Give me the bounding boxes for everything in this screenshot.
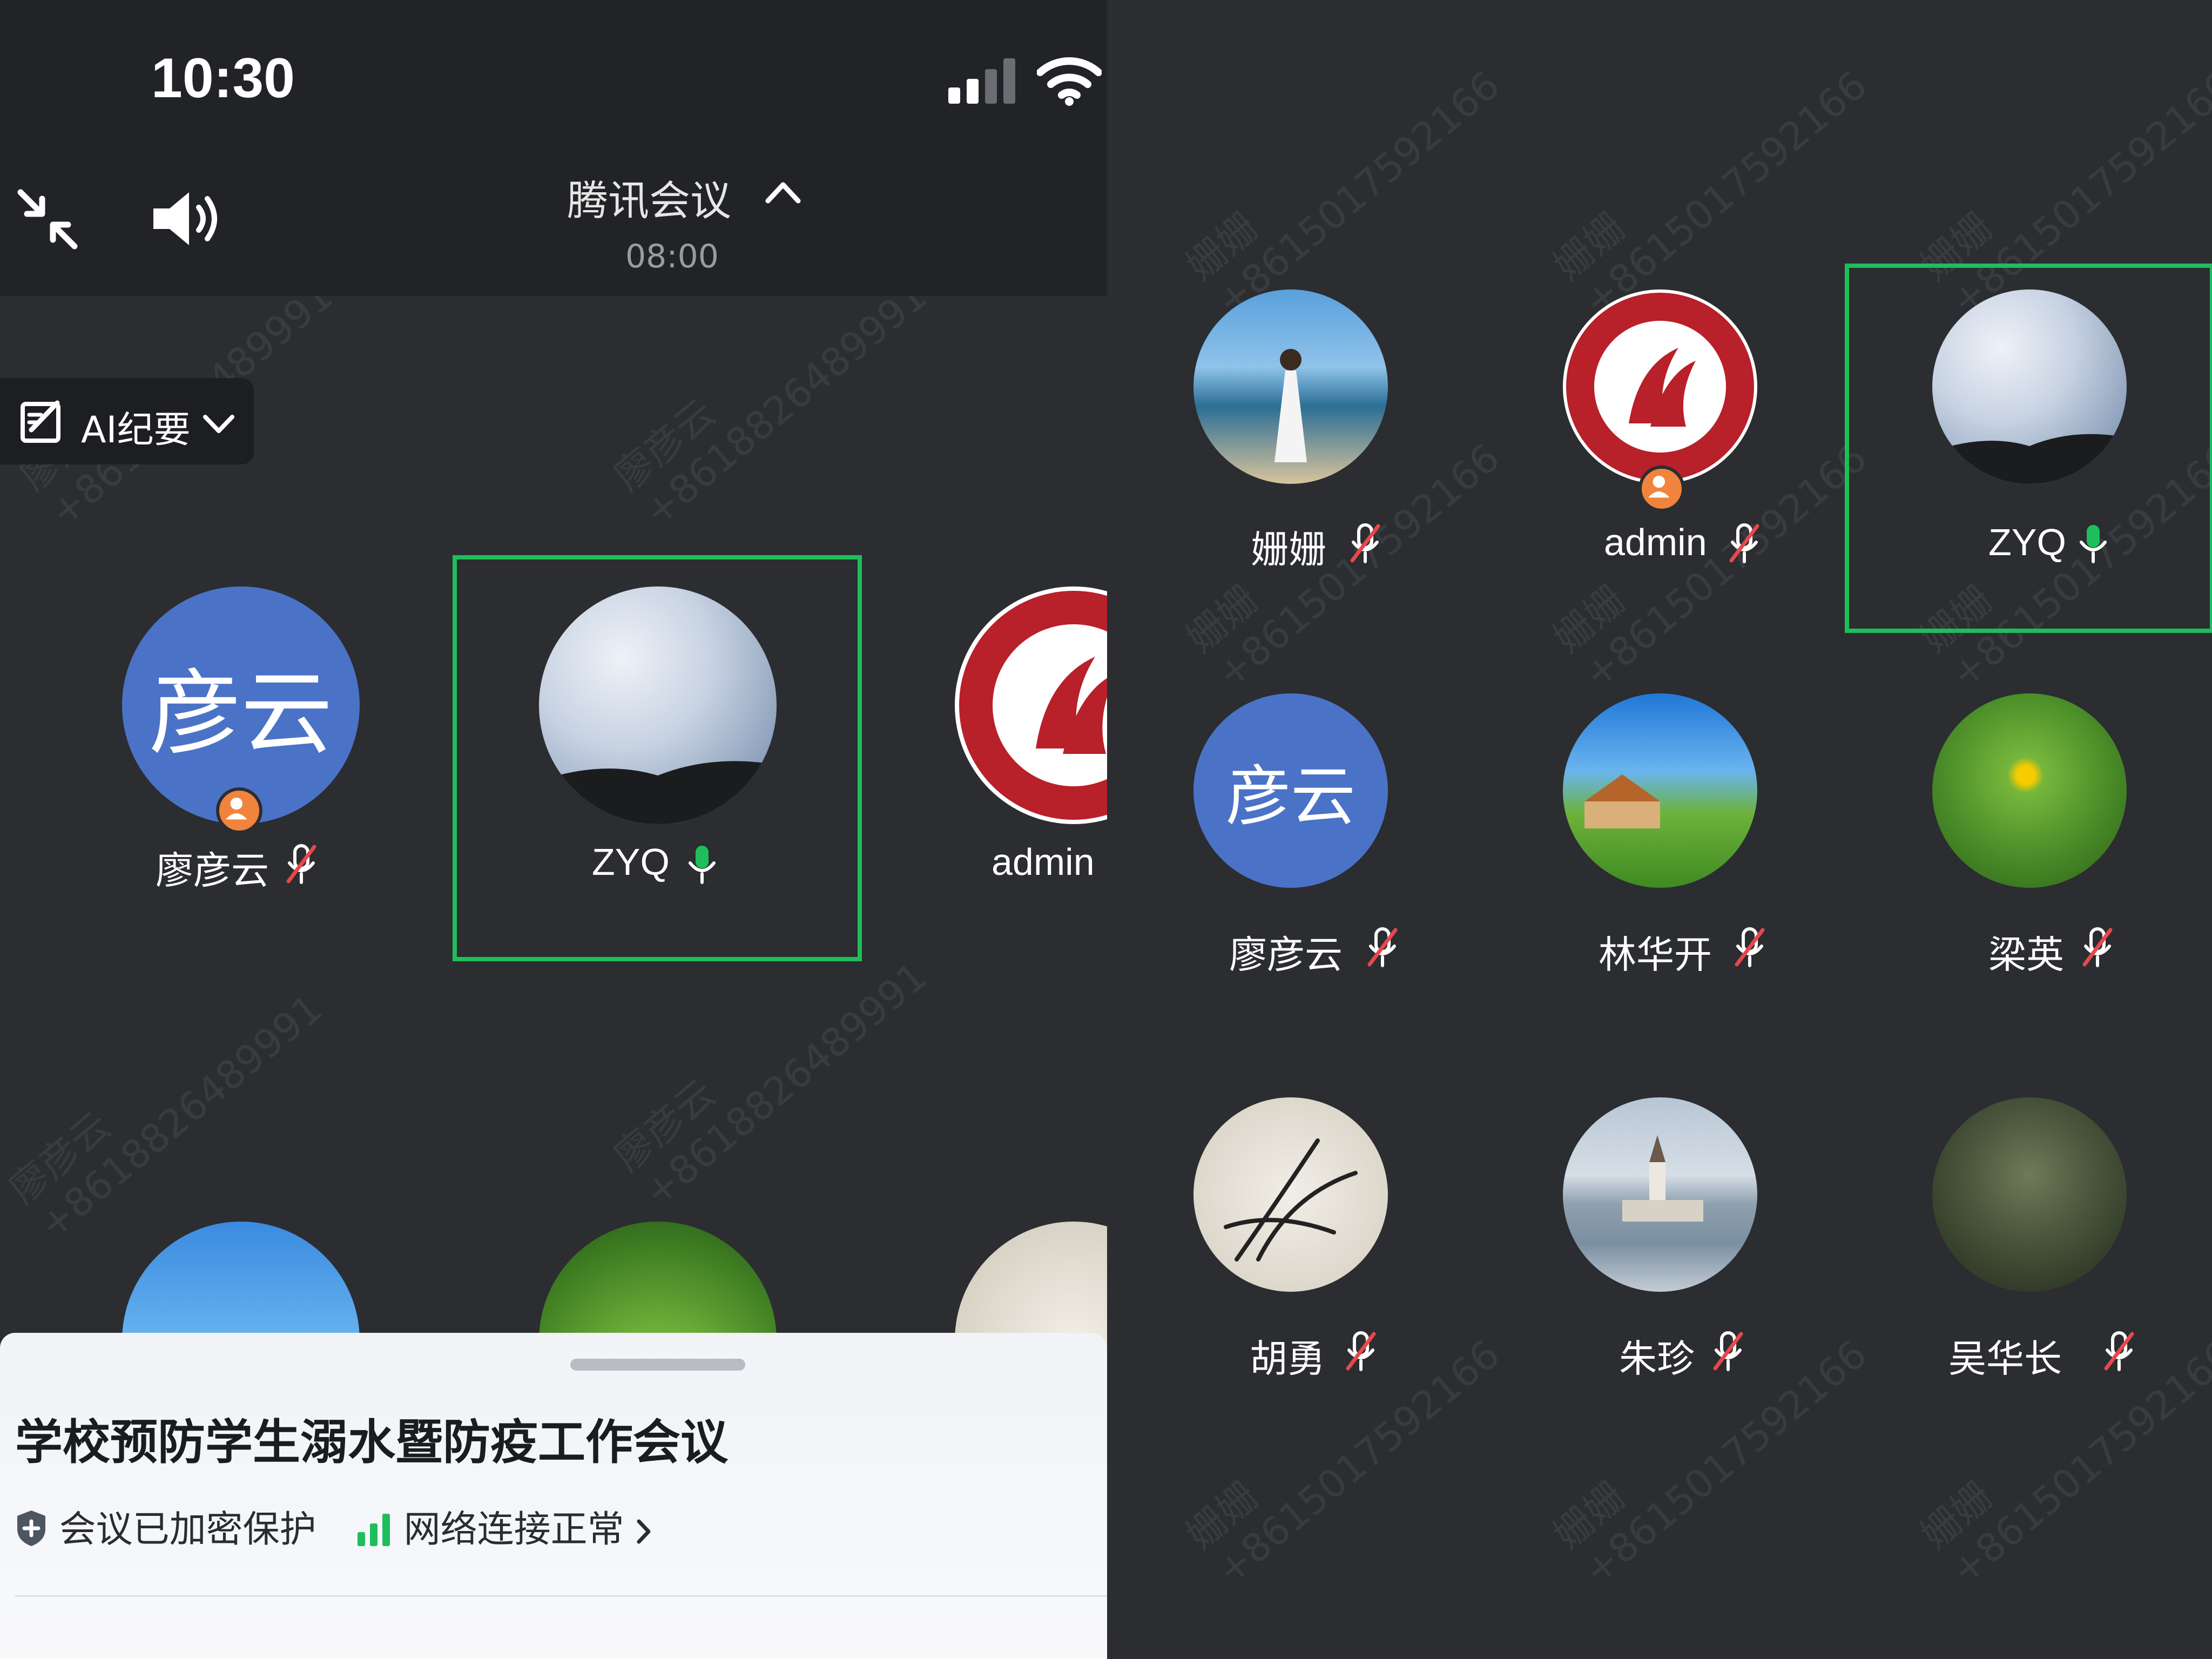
watermark: 姗姗 +8615017592166 [1545, 62, 1876, 325]
mic-muted-icon [1735, 927, 1765, 967]
participant-tile[interactable]: ZYQ [1932, 289, 2127, 576]
college-seal-logo [955, 586, 1107, 824]
network-status[interactable]: 网络连接正常 [356, 1499, 652, 1553]
mic-muted-icon [286, 844, 316, 884]
mic-muted-icon [2104, 1331, 2134, 1371]
participant-name: ZYQ [592, 841, 670, 883]
encryption-status[interactable]: 会议已加密保护 [15, 1499, 316, 1553]
participant-name: 吴华长 [1948, 1337, 2062, 1381]
avatar [1193, 1097, 1388, 1292]
meeting-main-view: 廖彦云 +8618826489991 廖彦云 +8618826489991 廖彦云 +… [0, 0, 1107, 1659]
encryption-status-label: 会议已加密保护 [59, 1508, 316, 1551]
avatar [1563, 1097, 1757, 1292]
top-bar: 10:30 腾讯会议 08:00 [0, 0, 1107, 296]
meeting-screenshot: 廖彦云 +8618826489991 廖彦云 +8618826489991 廖彦云 +… [0, 0, 2212, 1659]
participant-tile[interactable]: ZYQ [539, 586, 777, 900]
network-signal-icon [358, 1514, 390, 1546]
avatar [1932, 693, 2127, 888]
participant-tile[interactable]: admin [1563, 289, 1759, 576]
participant-tile[interactable]: 姗姗 [1193, 289, 1388, 576]
watermark: 廖彦云+8618826489991 [0, 986, 331, 1249]
mic-muted-icon [1729, 523, 1759, 563]
chevron-right-icon [637, 1519, 651, 1544]
watermark: 姗姗 +8615017592166 [1177, 62, 1508, 325]
participant-name: 梁英 [1988, 933, 2064, 977]
ai-summary-button[interactable]: AI纪要 [0, 378, 254, 464]
mic-muted-icon [2082, 927, 2113, 967]
network-status-label: 网络连接正常 [403, 1508, 624, 1551]
participant-name: 廖彦云 [1229, 933, 1343, 977]
participant-name: 廖彦云 [156, 848, 269, 893]
participant-name: admin [1604, 521, 1707, 563]
participant-name: ZYQ [1988, 521, 2066, 563]
participant-tile[interactable]: 彦云 廖彦云 [1193, 693, 1398, 980]
participant-tile[interactable]: 林华开 [1563, 693, 1765, 980]
participant-tile[interactable]: admin [955, 586, 1107, 900]
speaker-icon[interactable] [151, 189, 221, 248]
chevron-up-icon[interactable] [761, 176, 805, 208]
participant-name: 胡勇 [1250, 1337, 1325, 1381]
participant-name: admin [992, 841, 1095, 883]
participant-tile[interactable]: 梁英 [1932, 693, 2127, 980]
ai-summary-icon [21, 400, 60, 443]
chevron-down-icon [203, 415, 234, 433]
participant-tile[interactable]: 吴华长 [1932, 1097, 2134, 1384]
meeting-subject: 学校预防学生溺水暨防疫工作会议 [15, 1414, 729, 1470]
participant-name: 朱珍 [1619, 1337, 1695, 1381]
participant-tile[interactable]: 胡勇 [1193, 1097, 1388, 1384]
avatar [1932, 1097, 2127, 1292]
avatar [1563, 693, 1757, 888]
shield-icon [17, 1510, 45, 1546]
wifi-icon [1037, 57, 1102, 106]
avatar [1193, 289, 1388, 484]
mic-muted-icon [1350, 523, 1380, 563]
mic-muted-icon [1713, 1331, 1743, 1371]
participant-name: 林华开 [1599, 933, 1712, 977]
avatar [1932, 289, 2127, 484]
mic-muted-icon [1367, 927, 1398, 967]
mic-muted-icon [1346, 1331, 1376, 1371]
sheet-drag-handle[interactable] [570, 1359, 745, 1371]
watermark: 廖彦云+8618826489991 [605, 953, 936, 1216]
status-time: 10:30 [151, 47, 295, 110]
mic-active-icon [689, 846, 716, 884]
host-badge-icon [1638, 466, 1685, 512]
ai-summary-label: AI纪要 [81, 409, 191, 451]
avatar: 彦云 [1193, 693, 1388, 888]
participant-name: 姗姗 [1251, 528, 1326, 572]
divider [15, 1595, 1107, 1597]
participant-tile[interactable]: 彦云 廖彦云 [122, 586, 360, 900]
college-seal-logo [1563, 289, 1757, 484]
meeting-info-sheet[interactable] [0, 1333, 1107, 1659]
meeting-duration: 08:00 [625, 238, 719, 275]
mic-active-icon [2080, 525, 2107, 563]
cellular-signal-icon [948, 58, 1015, 104]
gallery-view: 姗姗 +8615017592166 姗姗 +8615017592166 姗姗 +861… [1107, 0, 2212, 1659]
minimize-icon[interactable] [15, 187, 80, 252]
host-badge-icon [216, 787, 262, 834]
avatar [539, 586, 777, 824]
meeting-app-title[interactable]: 腾讯会议 [567, 167, 731, 227]
participant-tile[interactable]: 朱珍 [1563, 1097, 1757, 1384]
